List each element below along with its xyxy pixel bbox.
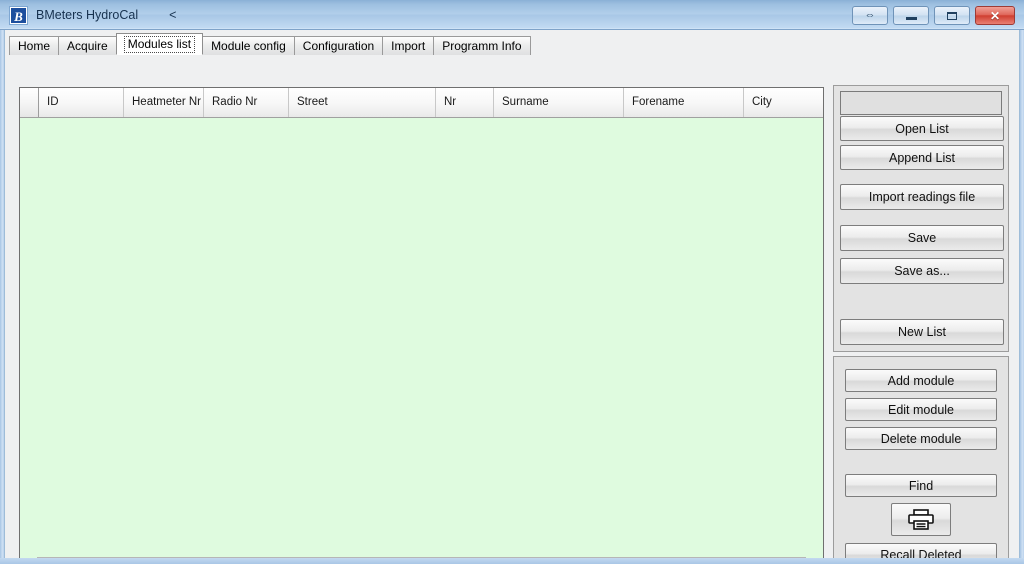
maximize-icon bbox=[935, 7, 969, 24]
find-button[interactable]: Find bbox=[845, 474, 997, 497]
title-bar[interactable]: B BMeters HydroCal < ⇔ ✕ bbox=[0, 0, 1024, 30]
new-list-button[interactable]: New List bbox=[840, 319, 1004, 345]
add-module-button[interactable]: Add module bbox=[845, 369, 997, 392]
save-as-button[interactable]: Save as... bbox=[840, 258, 1004, 284]
tab-home[interactable]: Home bbox=[9, 36, 60, 55]
tab-programm-info[interactable]: Programm Info bbox=[433, 36, 531, 55]
import-readings-file-button[interactable]: Import readings file bbox=[840, 184, 1004, 210]
grid-row-selector-column bbox=[20, 88, 39, 117]
tab-home-label: Home bbox=[18, 39, 51, 53]
tab-import-label: Import bbox=[391, 39, 426, 53]
tab-bar: Home Acquire Modules list Module config … bbox=[9, 33, 531, 55]
grid-column-header-surname[interactable]: Surname bbox=[494, 88, 624, 117]
tab-configuration-label: Configuration bbox=[302, 39, 375, 53]
grid-column-header-city[interactable]: City bbox=[744, 88, 822, 117]
tab-configuration[interactable]: Configuration bbox=[293, 36, 384, 55]
edit-module-button[interactable]: Edit module bbox=[845, 398, 997, 421]
minimize-icon bbox=[894, 7, 928, 24]
grid-column-header-forename[interactable]: Forename bbox=[624, 88, 744, 117]
scroll-left-arrow-icon[interactable] bbox=[21, 556, 37, 558]
tab-modules-list[interactable]: Modules list bbox=[115, 33, 204, 55]
grid-column-header-radio-nr[interactable]: Radio Nr bbox=[204, 88, 289, 117]
maximize-button[interactable] bbox=[934, 6, 970, 25]
grid-header-row: ID Heatmeter Nr Radio Nr Street Nr Surna… bbox=[20, 88, 823, 118]
window-title: BMeters HydroCal bbox=[36, 8, 139, 22]
grid-body-empty[interactable] bbox=[20, 118, 823, 558]
list-name-field[interactable] bbox=[840, 91, 1002, 115]
grid-column-header-street[interactable]: Street bbox=[289, 88, 436, 117]
tab-module-config[interactable]: Module config bbox=[202, 36, 295, 55]
printer-icon bbox=[908, 509, 934, 530]
tab-modules-list-label: Modules list bbox=[123, 36, 196, 53]
append-list-button[interactable]: Append List bbox=[840, 145, 1004, 170]
tab-acquire-label: Acquire bbox=[67, 39, 108, 53]
print-button[interactable] bbox=[891, 503, 951, 536]
scrollbar-thumb[interactable] bbox=[38, 557, 805, 558]
recall-deleted-button[interactable]: Recall Deleted bbox=[845, 543, 997, 558]
grid-column-header-nr[interactable]: Nr bbox=[436, 88, 494, 117]
title-bar-content: B BMeters HydroCal < bbox=[10, 0, 176, 30]
window-frame-bottom bbox=[0, 558, 1024, 564]
app-logo-icon: B bbox=[10, 6, 27, 24]
scrollbar-track[interactable] bbox=[37, 556, 806, 558]
save-button[interactable]: Save bbox=[840, 225, 1004, 251]
grid-column-header-id[interactable]: ID bbox=[39, 88, 124, 117]
window-controls: ⇔ ✕ bbox=[852, 6, 1015, 25]
minimize-button[interactable] bbox=[893, 6, 929, 25]
client-area: Home Acquire Modules list Module config … bbox=[4, 30, 1020, 558]
tab-acquire[interactable]: Acquire bbox=[58, 36, 117, 55]
window-title-suffix: < bbox=[169, 8, 177, 22]
grid-horizontal-scrollbar[interactable] bbox=[21, 556, 822, 558]
modules-grid[interactable]: ID Heatmeter Nr Radio Nr Street Nr Surna… bbox=[19, 87, 824, 558]
close-button[interactable]: ✕ bbox=[975, 6, 1015, 25]
restore-size-button[interactable]: ⇔ bbox=[852, 6, 888, 25]
delete-module-button[interactable]: Delete module bbox=[845, 427, 997, 450]
grid-column-header-heatmeter-nr[interactable]: Heatmeter Nr bbox=[124, 88, 204, 117]
tab-import[interactable]: Import bbox=[382, 36, 435, 55]
close-icon: ✕ bbox=[989, 8, 1001, 23]
scroll-right-arrow-icon[interactable] bbox=[806, 556, 822, 558]
tab-programm-info-label: Programm Info bbox=[442, 39, 522, 53]
tab-module-config-label: Module config bbox=[211, 39, 286, 53]
open-list-button[interactable]: Open List bbox=[840, 116, 1004, 141]
resize-arrows-icon: ⇔ bbox=[864, 9, 876, 21]
application-window: B BMeters HydroCal < ⇔ ✕ Home Acquire Mo… bbox=[0, 0, 1024, 564]
window-frame-right bbox=[1020, 0, 1024, 564]
